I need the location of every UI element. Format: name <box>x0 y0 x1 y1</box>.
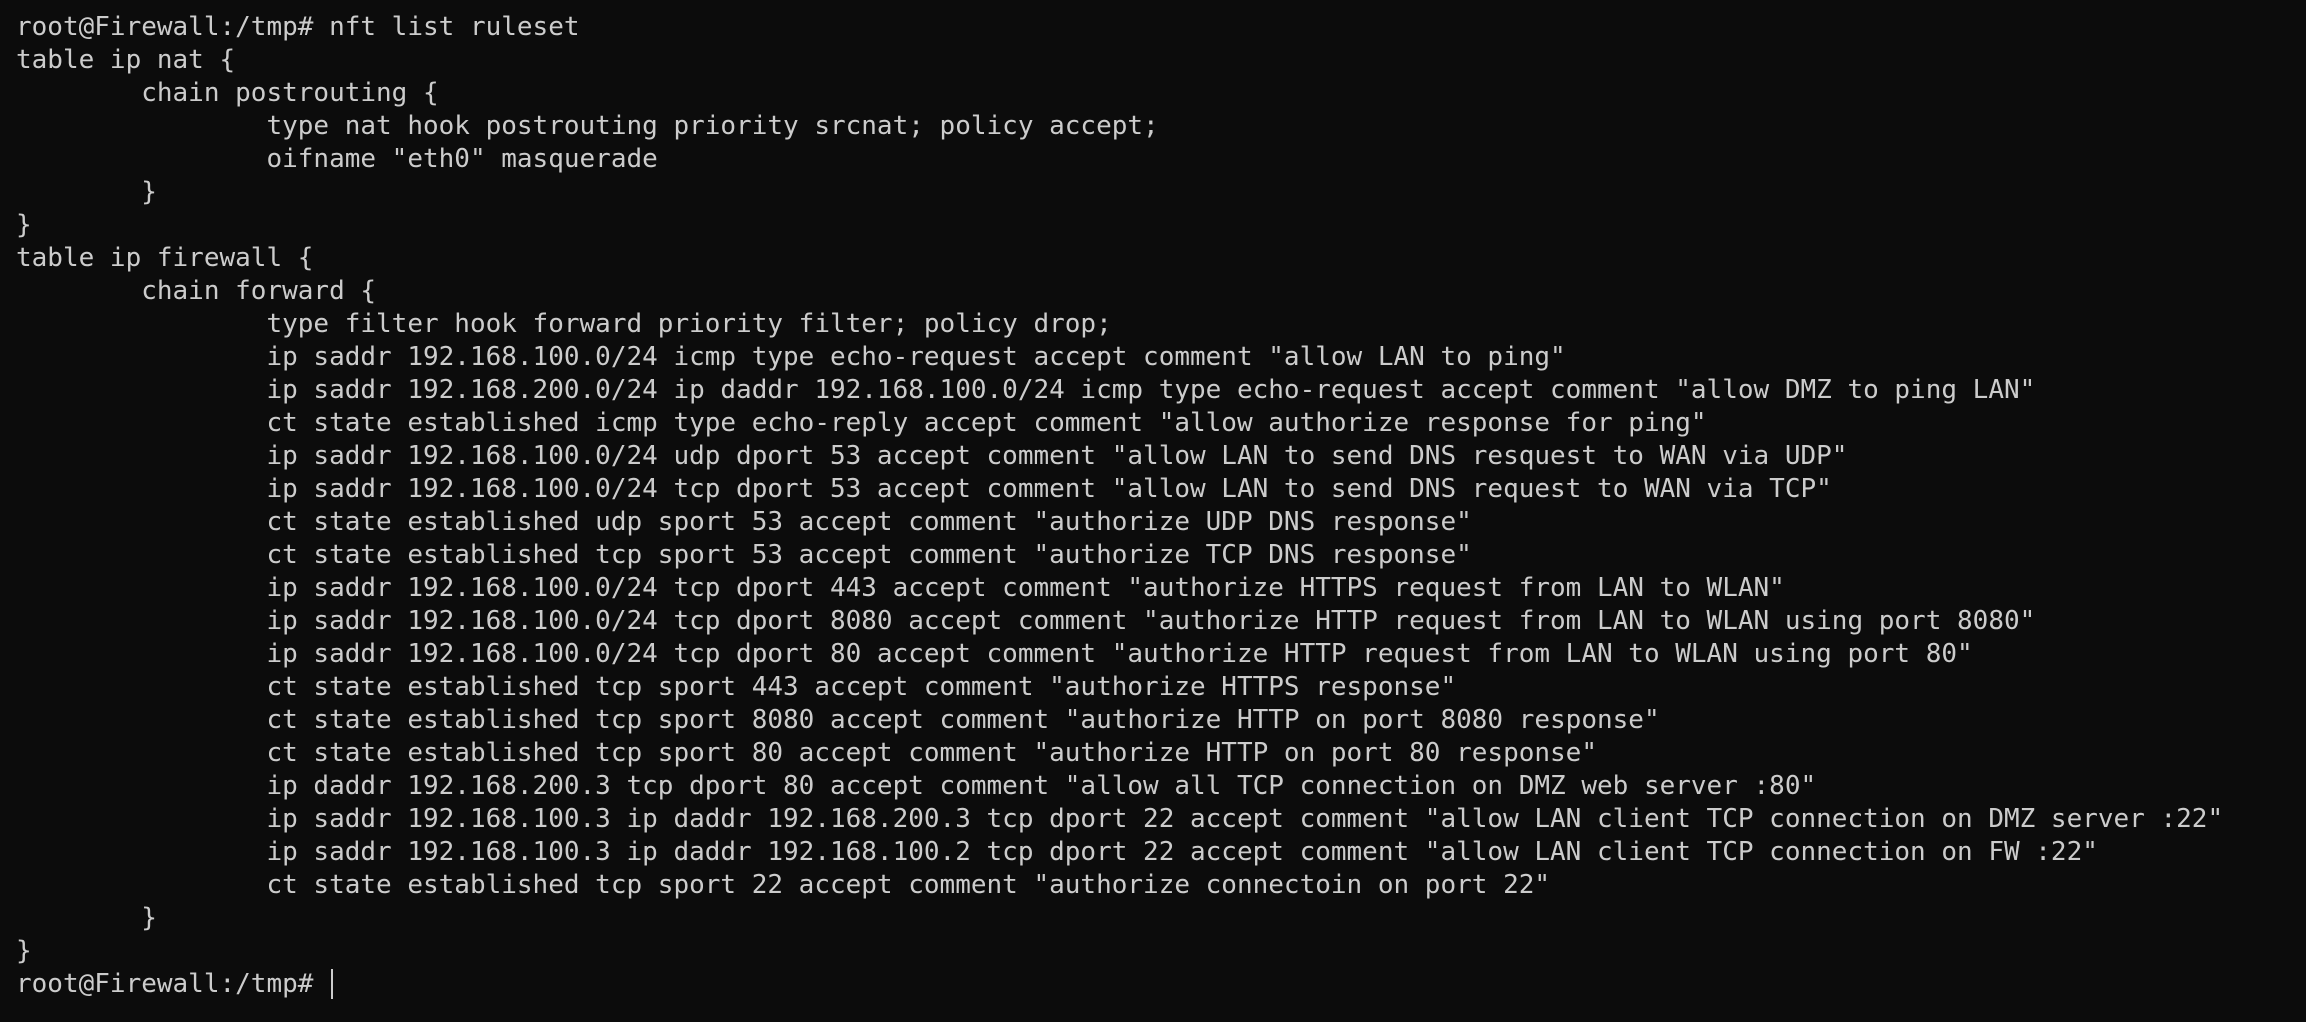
terminal-line: ip saddr 192.168.100.0/24 tcp dport 443 … <box>16 573 1785 603</box>
shell-prompt: root@Firewall:/tmp# <box>16 969 330 999</box>
terminal-line: root@Firewall:/tmp# nft list ruleset <box>16 12 580 42</box>
terminal-line: table ip nat { <box>16 45 236 75</box>
text-cursor <box>331 969 334 999</box>
terminal-line: ip saddr 192.168.100.0/24 tcp dport 8080… <box>16 606 2036 636</box>
terminal-line: table ip firewall { <box>16 243 314 273</box>
terminal-window[interactable]: root@Firewall:/tmp# nft list ruleset tabl… <box>0 0 2306 1022</box>
terminal-line: } <box>16 936 32 966</box>
terminal-line: } <box>16 903 157 933</box>
terminal-line: oifname "eth0" masquerade <box>16 144 658 174</box>
terminal-line: ct state established tcp sport 53 accept… <box>16 540 1472 570</box>
terminal-line: ct state established tcp sport 443 accep… <box>16 672 1457 702</box>
terminal-line: ct state established tcp sport 8080 acce… <box>16 705 1660 735</box>
terminal-line: chain postrouting { <box>16 78 439 108</box>
terminal-line: type nat hook postrouting priority srcna… <box>16 111 1159 141</box>
terminal-line: } <box>16 177 157 207</box>
terminal-line: chain forward { <box>16 276 377 306</box>
terminal-prompt-line[interactable]: root@Firewall:/tmp# <box>16 968 2306 1001</box>
terminal-line: type filter hook forward priority filter… <box>16 309 1112 339</box>
terminal-line: } <box>16 210 32 240</box>
terminal-output: root@Firewall:/tmp# nft list ruleset tabl… <box>16 11 2306 968</box>
terminal-line: ip saddr 192.168.100.0/24 udp dport 53 a… <box>16 441 1848 471</box>
terminal-line: ip saddr 192.168.100.3 ip daddr 192.168.… <box>16 837 2098 867</box>
terminal-line: ip saddr 192.168.100.0/24 tcp dport 53 a… <box>16 474 1832 504</box>
terminal-line: ip saddr 192.168.200.0/24 ip daddr 192.1… <box>16 375 2036 405</box>
terminal-line: ip saddr 192.168.100.3 ip daddr 192.168.… <box>16 804 2224 834</box>
terminal-line: ip daddr 192.168.200.3 tcp dport 80 acce… <box>16 771 1817 801</box>
terminal-line: ct state established tcp sport 80 accept… <box>16 738 1597 768</box>
terminal-line: ip saddr 192.168.100.0/24 tcp dport 80 a… <box>16 639 1973 669</box>
terminal-line: ct state established tcp sport 22 accept… <box>16 870 1551 900</box>
terminal-line: ip saddr 192.168.100.0/24 icmp type echo… <box>16 342 1566 372</box>
terminal-line: ct state established icmp type echo-repl… <box>16 408 1707 438</box>
terminal-line: ct state established udp sport 53 accept… <box>16 507 1472 537</box>
